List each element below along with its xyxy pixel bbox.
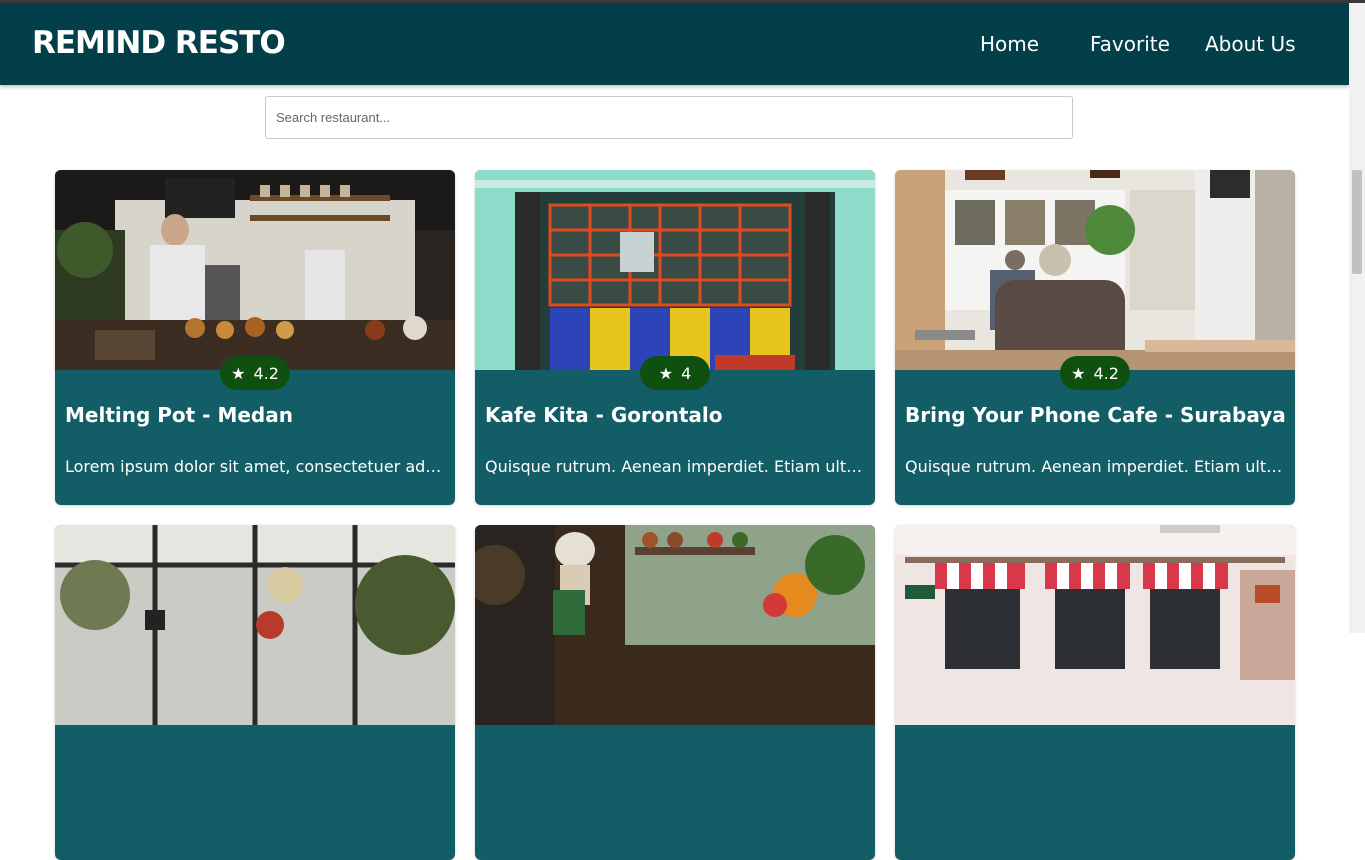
restaurant-image (55, 170, 455, 370)
restaurant-card[interactable] (895, 525, 1295, 860)
restaurant-image (475, 170, 875, 370)
restaurant-image (895, 525, 1295, 725)
brand-logo[interactable]: REMIND RESTO (32, 25, 286, 61)
restaurant-description: Quisque rutrum. Aenean imperdiet. Etiam … (485, 457, 863, 476)
star-icon: ★ (1071, 363, 1086, 383)
rating-badge: ★ 4.2 (1060, 356, 1130, 390)
rating-value: 4.2 (253, 363, 279, 383)
scrollbar-thumb[interactable] (1352, 170, 1362, 274)
nav-about-link[interactable]: About Us (1205, 32, 1296, 56)
restaurant-name[interactable]: Melting Pot - Medan (65, 403, 445, 427)
restaurant-name[interactable]: Bring Your Phone Cafe - Surabaya (905, 403, 1286, 427)
search-input[interactable] (265, 96, 1073, 139)
star-icon: ★ (658, 363, 674, 383)
rating-badge: ★ 4 (640, 356, 710, 390)
restaurant-image (895, 170, 1295, 370)
rating-value: 4 (681, 363, 692, 383)
restaurant-card[interactable]: ★ 4.2 Bring Your Phone Cafe - Surabaya Q… (895, 170, 1295, 505)
restaurant-card[interactable]: ★ 4 Kafe Kita - Gorontalo Quisque rutrum… (475, 170, 875, 505)
nav-favorite-link[interactable]: Favorite (1090, 32, 1170, 56)
restaurant-name[interactable]: Kafe Kita - Gorontalo (485, 403, 865, 427)
restaurant-description: Quisque rutrum. Aenean imperdiet. Etiam … (905, 457, 1283, 476)
restaurant-description: Lorem ipsum dolor sit amet, consectetuer… (65, 457, 443, 476)
app-header: REMIND RESTO Home Favorite About Us (0, 3, 1349, 85)
rating-badge: ★ 4.2 (220, 356, 290, 390)
page-scrollbar[interactable] (1349, 3, 1365, 633)
nav-home-link[interactable]: Home (980, 32, 1039, 56)
rating-value: 4.2 (1093, 363, 1119, 383)
restaurant-image (475, 525, 875, 725)
star-icon: ★ (231, 363, 246, 383)
restaurant-card[interactable]: ★ 4.2 Melting Pot - Medan Lorem ipsum do… (55, 170, 455, 505)
restaurant-image (55, 525, 455, 725)
restaurant-card[interactable] (475, 525, 875, 860)
restaurant-card[interactable] (55, 525, 455, 860)
